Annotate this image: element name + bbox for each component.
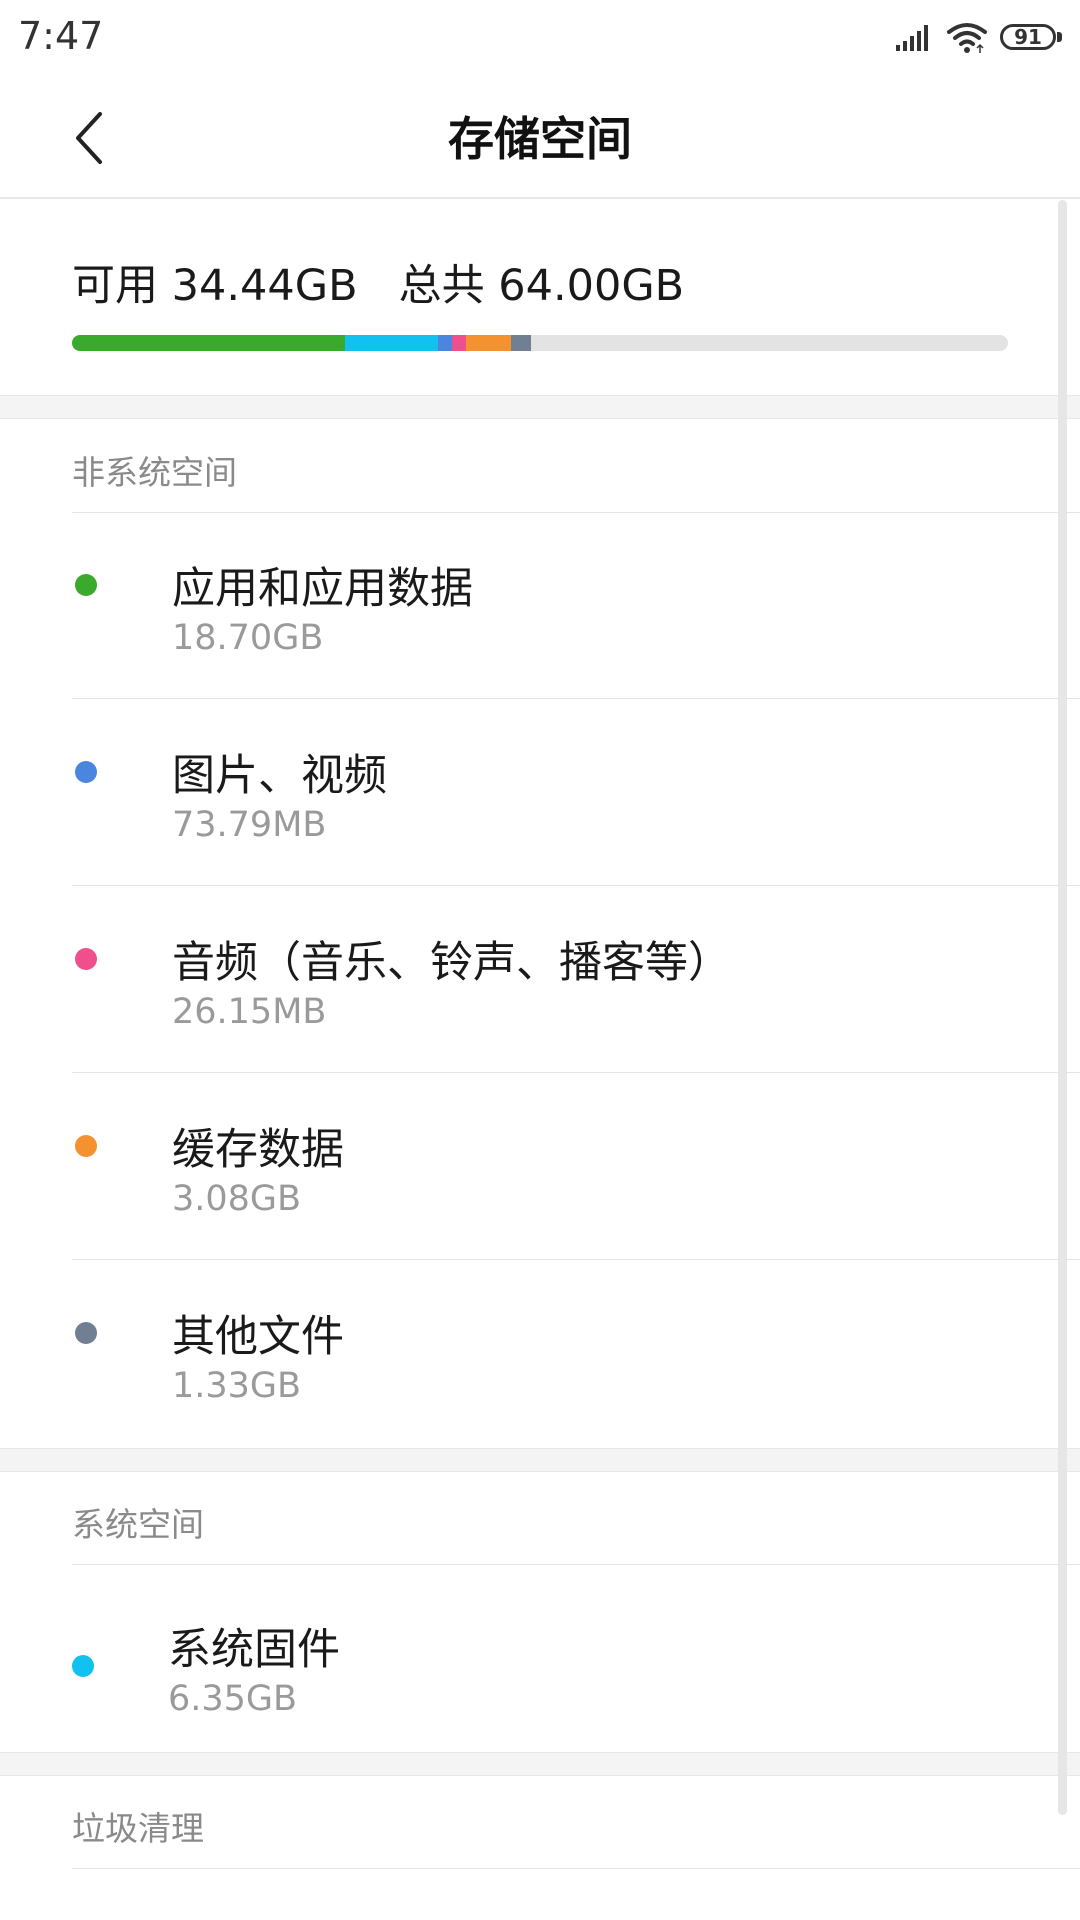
status-time: 7:47 xyxy=(18,14,104,58)
usage-segment xyxy=(72,335,346,351)
storage-item-audio[interactable]: 音频（音乐、铃声、播客等） 26.15MB xyxy=(0,887,1080,1073)
storage-summary-text: 可用 34.44GB 总共 64.00GB xyxy=(72,261,685,311)
color-dot xyxy=(75,948,97,970)
wifi-icon xyxy=(947,23,987,53)
signal-icon xyxy=(896,25,928,51)
section-divider xyxy=(0,395,1080,419)
section-header-non-system: 非系统空间 xyxy=(72,453,237,492)
item-label: 应用和应用数据 xyxy=(172,564,473,614)
usage-segment xyxy=(345,335,439,351)
scrollbar[interactable] xyxy=(1058,200,1067,1815)
item-divider xyxy=(72,885,1080,886)
storage-item-other-files[interactable]: 其他文件 1.33GB xyxy=(0,1261,1080,1447)
section-divider xyxy=(0,1448,1080,1472)
title-bar: 存储空间 xyxy=(0,75,1080,199)
color-dot xyxy=(75,1322,97,1344)
section-header-cleanup[interactable]: 垃圾清理 xyxy=(72,1802,204,1850)
status-icons: 91 xyxy=(894,18,1062,58)
usage-segment xyxy=(511,335,531,351)
item-divider xyxy=(72,698,1080,699)
item-divider xyxy=(72,1072,1080,1073)
storage-item-system-firmware[interactable]: 系统固件 6.35GB xyxy=(0,1565,1080,1751)
status-bar: 7:47 91 xyxy=(0,0,1080,75)
storage-usage-bar xyxy=(72,335,1008,351)
color-dot xyxy=(75,574,97,596)
section-divider xyxy=(0,1752,1080,1776)
storage-item-apps[interactable]: 应用和应用数据 18.70GB xyxy=(0,513,1080,699)
item-size: 6.35GB xyxy=(168,1679,298,1719)
color-dot xyxy=(72,1655,94,1677)
usage-segment xyxy=(438,335,453,351)
item-size: 26.15MB xyxy=(172,992,327,1032)
color-dot xyxy=(75,761,97,783)
battery-icon: 91 xyxy=(1000,24,1062,52)
item-size: 1.33GB xyxy=(172,1366,302,1406)
item-size: 18.70GB xyxy=(172,618,324,658)
storage-item-photos-videos[interactable]: 图片、视频 73.79MB xyxy=(0,700,1080,886)
item-label: 系统固件 xyxy=(168,1625,340,1675)
color-dot xyxy=(75,1135,97,1157)
storage-item-cache[interactable]: 缓存数据 3.08GB xyxy=(0,1074,1080,1260)
item-label: 其他文件 xyxy=(172,1312,344,1362)
usage-segment xyxy=(452,335,467,351)
item-size: 3.08GB xyxy=(172,1179,302,1219)
item-label: 缓存数据 xyxy=(172,1125,344,1175)
item-label: 音频（音乐、铃声、播客等） xyxy=(172,938,731,988)
section-header-system: 系统空间 xyxy=(72,1505,204,1544)
usage-segment xyxy=(466,335,512,351)
item-size: 73.79MB xyxy=(172,805,327,845)
storage-summary: 可用 34.44GB 总共 64.00GB xyxy=(0,199,1080,395)
page-title: 存储空间 xyxy=(448,112,632,166)
item-label: 图片、视频 xyxy=(172,751,387,801)
header-divider xyxy=(72,1868,1080,1869)
battery-level: 91 xyxy=(1014,25,1042,49)
item-divider xyxy=(72,1259,1080,1260)
